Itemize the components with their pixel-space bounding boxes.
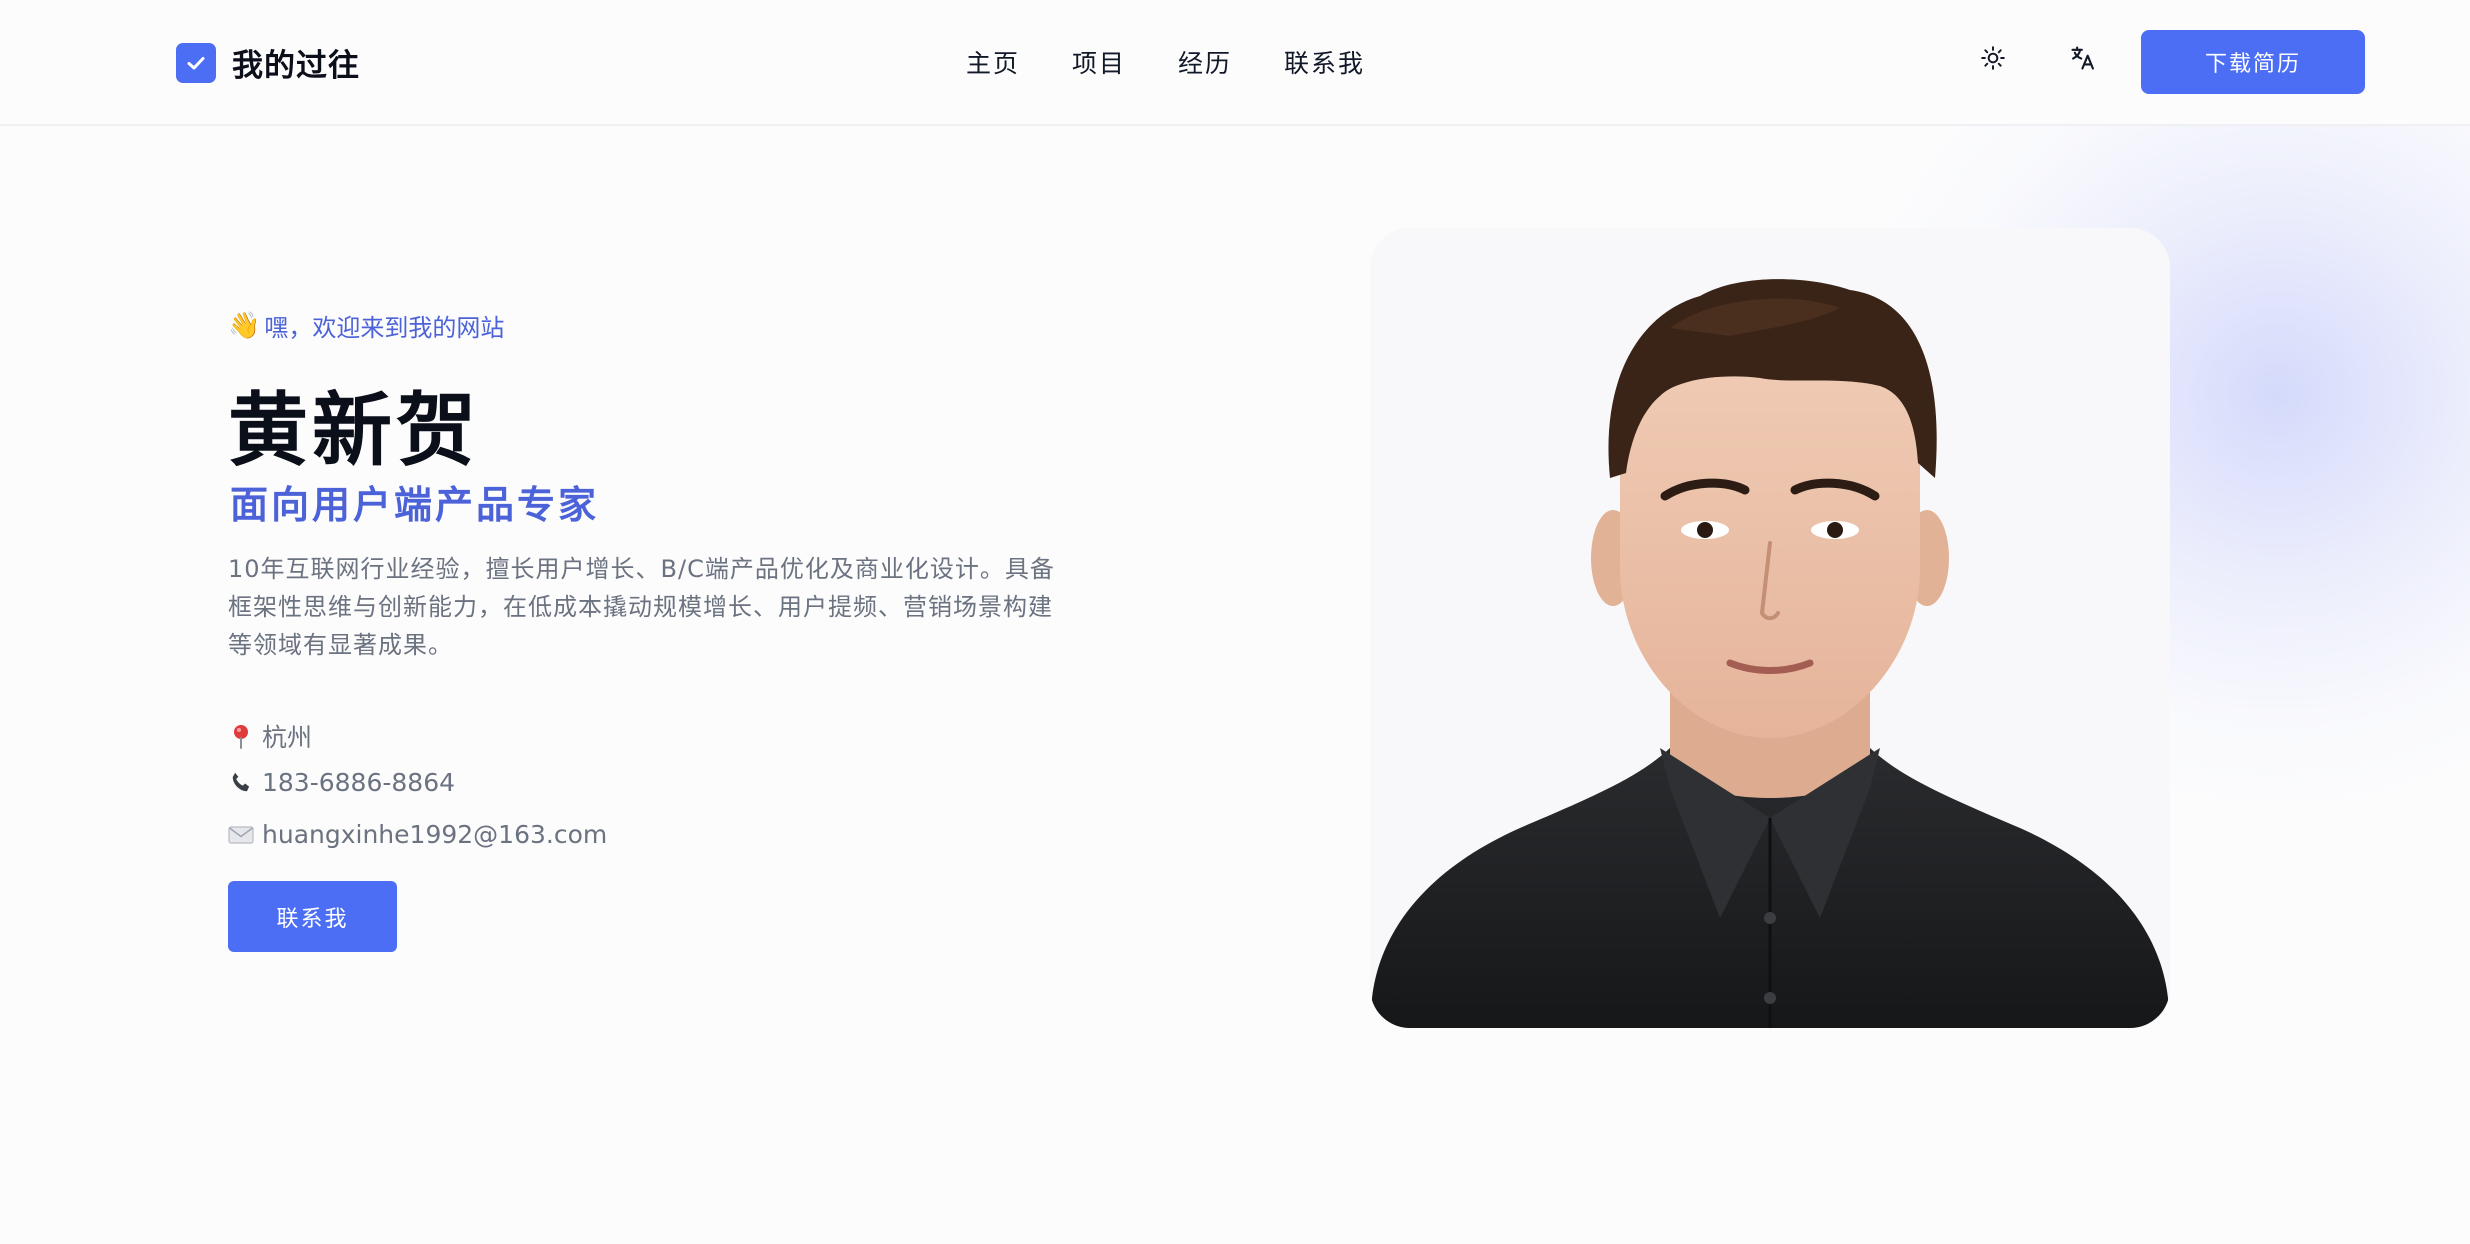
phone-row: 183-6886-8864 <box>228 768 455 797</box>
theme-toggle-button[interactable] <box>1973 40 2013 80</box>
language-button[interactable] <box>2063 40 2103 80</box>
greeting: 👋 嘿，欢迎来到我的网站 <box>228 308 504 343</box>
location-text: 杭州 <box>262 723 313 752</box>
profile-photo <box>1370 228 2170 1028</box>
main-nav: 主页 项目 经历 联系我 <box>966 44 1365 80</box>
location-row: 杭州 <box>228 718 312 754</box>
brand-title: 我的过往 <box>232 48 360 84</box>
nav-item-experience[interactable]: 经历 <box>1178 44 1232 80</box>
brand[interactable]: 我的过往 <box>176 40 360 85</box>
person-role: 面向用户端产品专家 <box>230 483 600 527</box>
bio-text: 10年互联网行业经验，擅长用户增长、B/C端产品优化及商业化设计。具备框架性思维… <box>228 555 1055 659</box>
page: 我的过往 主页 项目 经历 联系我 下载简历 👋 嘿，欢迎来到我的网站 黄新贺 … <box>0 0 2470 1244</box>
nav-item-projects[interactable]: 项目 <box>1072 44 1126 80</box>
site-header: 我的过往 主页 项目 经历 联系我 下载简历 <box>0 0 2470 126</box>
location-pin-icon <box>228 723 254 749</box>
translate-icon <box>2069 44 2097 76</box>
phone-icon <box>228 770 254 796</box>
download-resume-button[interactable]: 下载简历 <box>2141 30 2365 94</box>
email-text[interactable]: huangxinhe1992@163.com <box>262 820 607 849</box>
nav-item-home[interactable]: 主页 <box>966 44 1020 80</box>
contact-me-button[interactable]: 联系我 <box>228 881 397 952</box>
nav-item-contact[interactable]: 联系我 <box>1284 44 1365 80</box>
portrait-illustration <box>1370 228 2170 1028</box>
phone-text[interactable]: 183-6886-8864 <box>262 768 455 797</box>
envelope-icon <box>228 822 254 848</box>
sun-icon <box>1980 45 2006 75</box>
check-icon <box>176 42 216 83</box>
email-row: huangxinhe1992@163.com <box>228 820 607 849</box>
person-name: 黄新贺 <box>228 384 480 477</box>
greeting-text: 嘿，欢迎来到我的网站 <box>264 314 505 342</box>
wave-icon: 👋 <box>228 310 261 341</box>
